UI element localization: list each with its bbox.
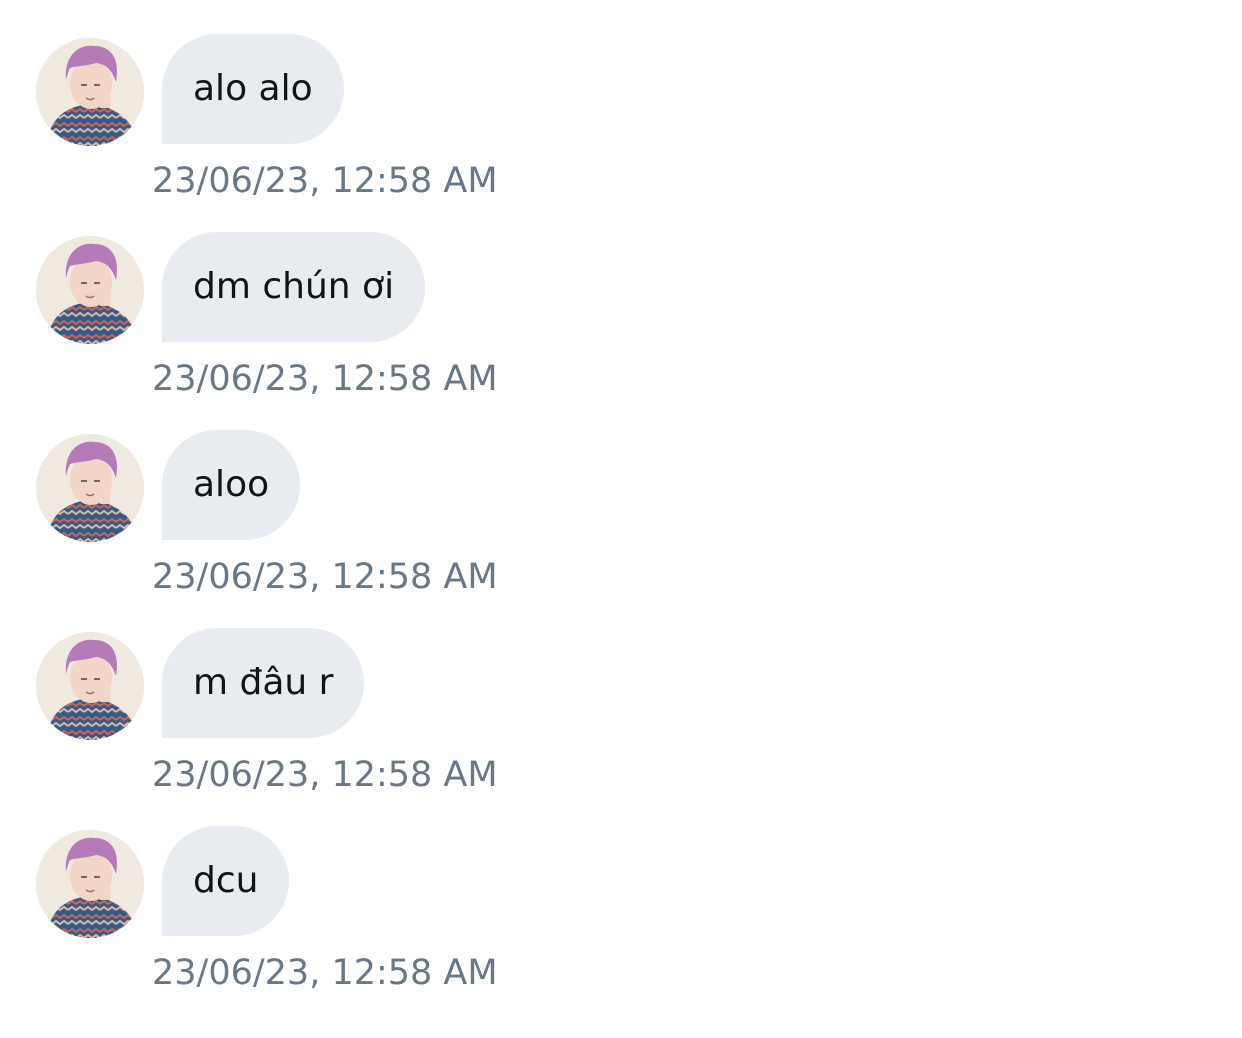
message-row: alo alo 23/06/23, 12:58 AM xyxy=(0,34,1242,224)
message-timestamp: 23/06/23, 12:58 AM xyxy=(152,359,498,399)
message-row: m đâu r 23/06/23, 12:58 AM xyxy=(0,628,1242,818)
message-timestamp: 23/06/23, 12:58 AM xyxy=(152,557,498,597)
avatar-photo-icon xyxy=(36,632,144,740)
message-bubble[interactable]: m đâu r xyxy=(162,628,365,738)
avatar[interactable] xyxy=(36,830,144,938)
message-bubble[interactable]: dm chún ơi xyxy=(162,232,426,342)
avatar[interactable] xyxy=(36,38,144,146)
message-row: aloo 23/06/23, 12:58 AM xyxy=(0,430,1242,620)
avatar[interactable] xyxy=(36,632,144,740)
avatar-photo-icon xyxy=(36,830,144,938)
avatar[interactable] xyxy=(36,236,144,344)
message-timestamp: 23/06/23, 12:58 AM xyxy=(152,161,498,201)
avatar-photo-icon xyxy=(36,38,144,146)
message-bubble[interactable]: dcu xyxy=(162,826,290,936)
avatar[interactable] xyxy=(36,434,144,542)
message-thread: alo alo 23/06/23, 12:58 AM dm chún ơi 23… xyxy=(0,0,1242,1038)
message-timestamp: 23/06/23, 12:58 AM xyxy=(152,755,498,795)
avatar-photo-icon xyxy=(36,236,144,344)
message-bubble[interactable]: alo alo xyxy=(162,34,344,144)
message-timestamp: 23/06/23, 12:58 AM xyxy=(152,953,498,993)
message-row: dm chún ơi 23/06/23, 12:58 AM xyxy=(0,232,1242,422)
avatar-photo-icon xyxy=(36,434,144,542)
message-bubble[interactable]: aloo xyxy=(162,430,301,540)
message-row: dcu 23/06/23, 12:58 AM xyxy=(0,826,1242,1016)
